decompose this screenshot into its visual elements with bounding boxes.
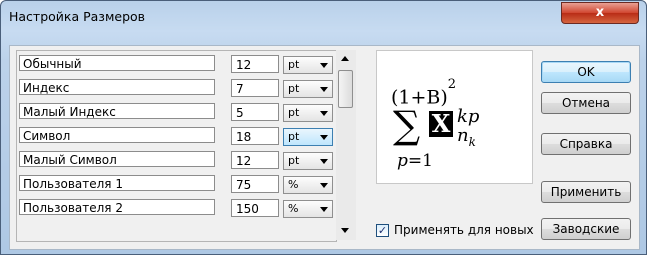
size-value-field[interactable]: 75 bbox=[231, 175, 279, 193]
size-label: Малый Символ bbox=[19, 151, 215, 167]
dialog-client-area: Обычный 12 pt Индекс 7 pt Малый Индекс 5… bbox=[9, 45, 640, 250]
factory-defaults-button[interactable]: Заводские bbox=[541, 218, 631, 240]
chevron-down-icon bbox=[320, 87, 328, 92]
preview-power: 2 bbox=[447, 77, 457, 92]
size-value-field[interactable]: 12 bbox=[231, 55, 279, 73]
cancel-button[interactable]: Отмена bbox=[541, 92, 631, 114]
unit-select[interactable]: pt bbox=[283, 104, 333, 122]
size-label: Пользователя 1 bbox=[19, 175, 215, 191]
unit-select[interactable]: pt bbox=[283, 128, 333, 146]
size-value-field[interactable]: 18 bbox=[231, 127, 279, 145]
unit-value: pt bbox=[288, 82, 300, 95]
window-title: Настройка Размеров bbox=[9, 9, 146, 24]
preview-superscript: kp bbox=[457, 106, 480, 127]
unit-select[interactable]: pt bbox=[283, 56, 333, 74]
unit-select[interactable]: % bbox=[283, 176, 333, 194]
unit-select[interactable]: pt bbox=[283, 80, 333, 98]
apply-to-new-label[interactable]: Применять для новых bbox=[394, 223, 534, 237]
preview-variable: X bbox=[429, 111, 453, 137]
unit-select[interactable]: pt bbox=[283, 152, 333, 170]
size-value-field[interactable]: 12 bbox=[231, 151, 279, 169]
apply-button[interactable]: Применить bbox=[541, 181, 631, 203]
unit-value: pt bbox=[288, 130, 300, 143]
close-button[interactable]: x bbox=[561, 2, 639, 24]
scroll-up-arrow-icon[interactable] bbox=[341, 56, 349, 61]
size-label: Малый Индекс bbox=[19, 103, 215, 119]
preview-sub-k: k bbox=[468, 135, 476, 149]
size-row: Малый Индекс 5 pt bbox=[17, 101, 336, 123]
limit-variable: p bbox=[397, 151, 408, 171]
preview-subscript: nk bbox=[457, 125, 476, 149]
close-icon: x bbox=[595, 5, 605, 20]
preview-lower-limit: p=1 bbox=[397, 151, 433, 171]
scroll-thumb[interactable] bbox=[338, 70, 353, 108]
chevron-down-icon bbox=[320, 159, 328, 164]
size-label: Пользователя 2 bbox=[19, 199, 215, 215]
size-value-field[interactable]: 7 bbox=[231, 79, 279, 97]
chevron-down-icon bbox=[320, 63, 328, 68]
size-row: Малый Символ 12 pt bbox=[17, 149, 336, 171]
chevron-down-icon bbox=[320, 111, 328, 116]
size-row: Пользователя 2 150 % bbox=[17, 197, 336, 219]
size-label: Обычный bbox=[19, 55, 215, 71]
limit-value: =1 bbox=[407, 151, 433, 171]
title-bar[interactable]: Настройка Размеров x bbox=[1, 1, 646, 31]
preview-sub-n: n bbox=[457, 125, 469, 146]
unit-value: % bbox=[288, 178, 299, 191]
chevron-down-icon bbox=[320, 207, 328, 212]
size-label: Символ bbox=[19, 127, 215, 143]
size-label: Индекс bbox=[19, 79, 215, 95]
unit-value: pt bbox=[288, 58, 300, 71]
vertical-scrollbar[interactable] bbox=[336, 50, 356, 240]
size-value-field[interactable]: 150 bbox=[231, 199, 279, 217]
ok-button[interactable]: OK bbox=[541, 61, 631, 83]
size-row: Пользователя 1 75 % bbox=[17, 173, 336, 195]
size-row: Символ 18 pt bbox=[17, 125, 336, 147]
scroll-down-arrow-icon[interactable] bbox=[341, 228, 349, 233]
sizes-list: Обычный 12 pt Индекс 7 pt Малый Индекс 5… bbox=[16, 50, 337, 242]
apply-to-new-checkbox[interactable]: ✓ bbox=[376, 224, 389, 237]
size-value-field[interactable]: 5 bbox=[231, 103, 279, 121]
sigma-symbol: ∑ bbox=[393, 103, 421, 147]
size-row: Обычный 12 pt bbox=[17, 53, 336, 75]
chevron-down-icon bbox=[320, 183, 328, 188]
unit-value: pt bbox=[288, 154, 300, 167]
help-button[interactable]: Справка bbox=[541, 133, 631, 155]
unit-value: pt bbox=[288, 106, 300, 119]
dialog-window: Настройка Размеров x Обычный 12 pt Индек… bbox=[0, 0, 647, 255]
unit-value: % bbox=[288, 202, 299, 215]
formula-preview: (1+B)2 ∑ X kp nk p=1 bbox=[376, 50, 533, 184]
chevron-down-icon bbox=[320, 135, 328, 140]
unit-select[interactable]: % bbox=[283, 200, 333, 218]
size-row: Индекс 7 pt bbox=[17, 77, 336, 99]
